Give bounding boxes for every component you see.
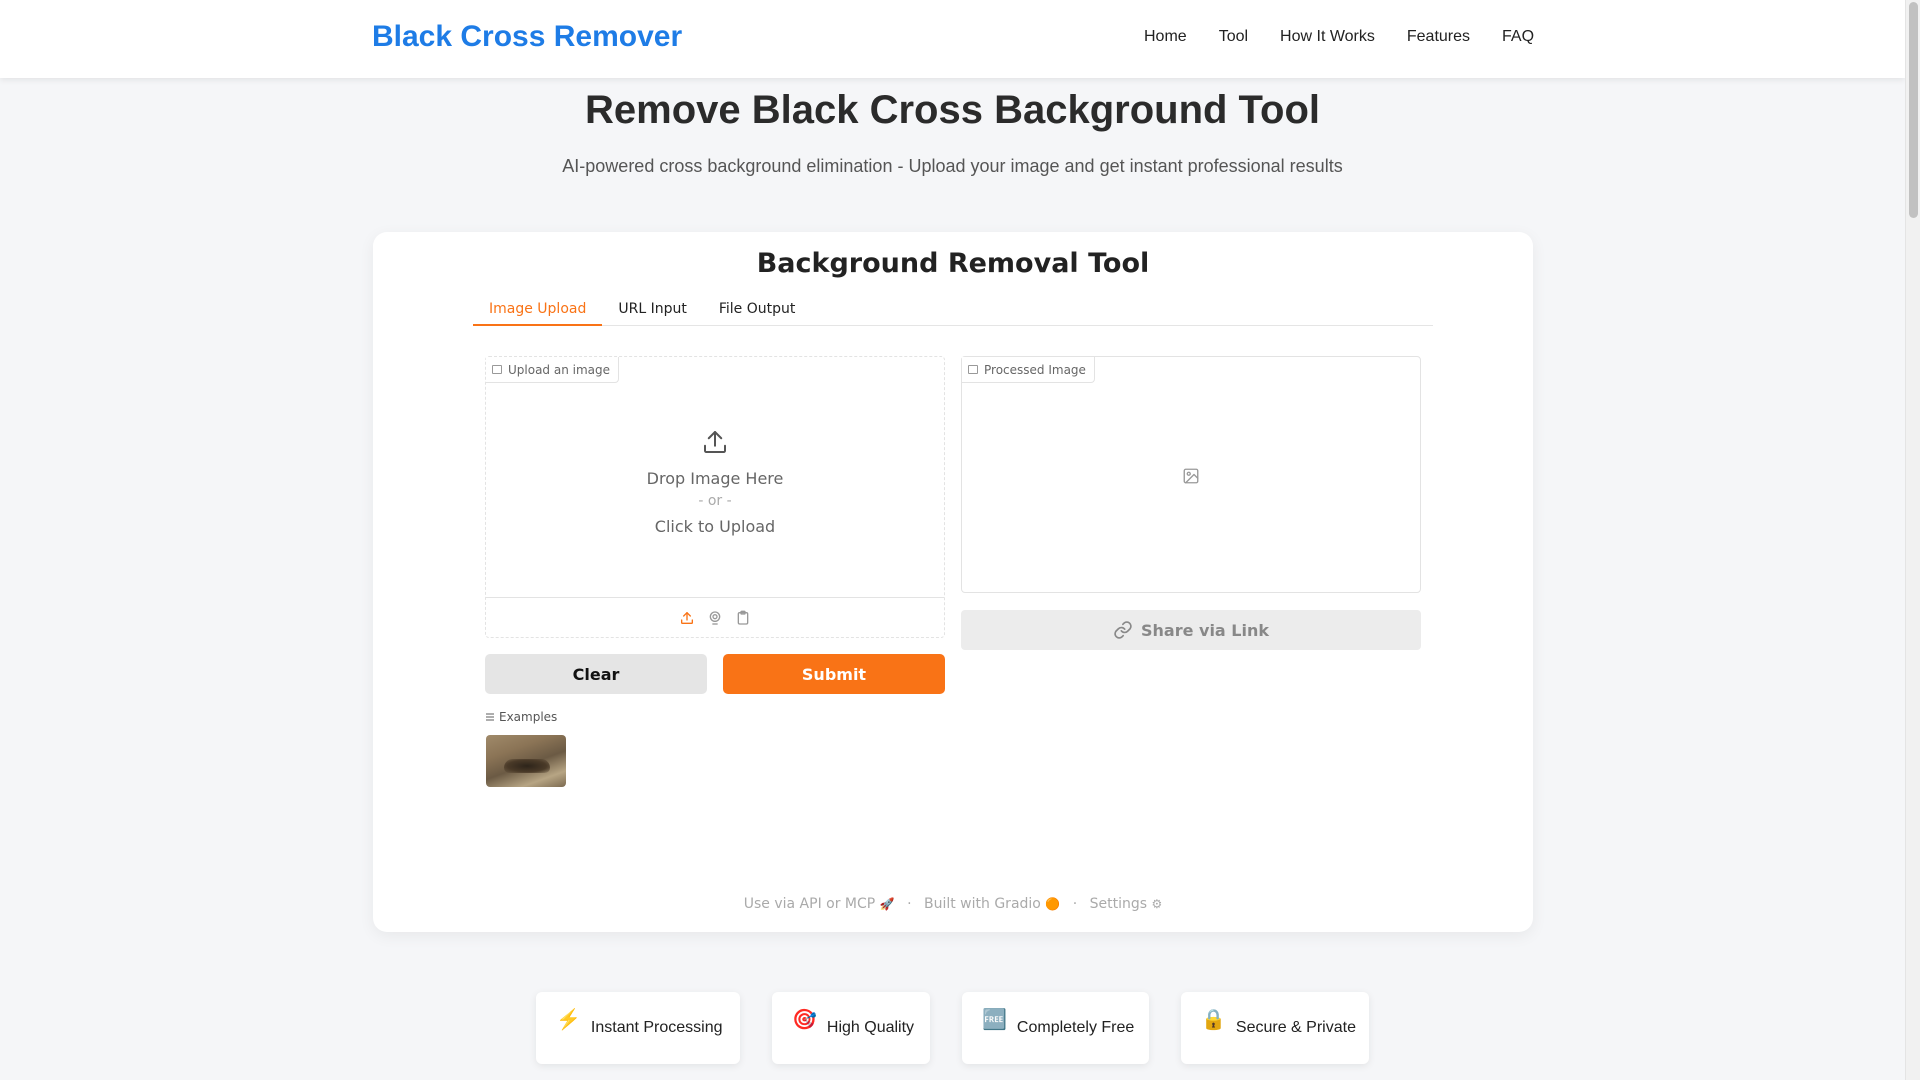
feature-completely-free: 🆓 Completely Free: [962, 992, 1149, 1064]
scrollbar-thumb[interactable]: [1909, 2, 1918, 218]
submit-button[interactable]: Submit: [723, 654, 945, 694]
rocket-icon: 🚀: [879, 897, 895, 911]
site-header: Black Cross Remover Home Tool How It Wor…: [0, 0, 1905, 78]
main-nav: Home Tool How It Works Features FAQ: [1144, 28, 1534, 46]
feature-label: Instant Processing: [590, 1019, 723, 1036]
drop-text: Drop Image Here: [646, 469, 784, 488]
gradio-link[interactable]: Built with Gradio: [924, 896, 1041, 912]
page-scrollbar[interactable]: [1905, 0, 1920, 1080]
page-subtitle: AI-powered cross background elimination …: [562, 156, 1343, 176]
share-label: Share via Link: [1140, 620, 1269, 640]
settings-link[interactable]: Settings: [1090, 896, 1147, 912]
webcam-icon[interactable]: [707, 610, 723, 626]
tool-card: Background Removal Tool Image Upload URL…: [373, 232, 1533, 932]
nav-how-it-works[interactable]: How It Works: [1280, 28, 1375, 46]
gear-icon: ⚙: [1151, 897, 1163, 911]
upload-source-icon[interactable]: [679, 610, 695, 626]
target-icon: 🎯: [792, 1008, 817, 1031]
upload-label: Upload an image: [486, 357, 620, 383]
tab-file-output[interactable]: File Output: [703, 298, 812, 326]
lightning-icon: ⚡: [556, 1008, 581, 1031]
upload-icon: [704, 431, 726, 453]
page-title: Remove Black Cross Background Tool: [585, 88, 1320, 132]
free-icon: 🆓: [982, 1008, 1007, 1031]
upload-source-toolbar: [486, 597, 944, 637]
nav-features[interactable]: Features: [1407, 28, 1470, 46]
examples-header: Examples: [485, 710, 557, 724]
tab-url-input[interactable]: URL Input: [602, 298, 702, 326]
click-to-upload-text: Click to Upload: [654, 517, 776, 536]
clipboard-icon[interactable]: [735, 610, 751, 626]
output-label-text: Processed Image: [984, 362, 1086, 377]
feature-high-quality: 🎯 High Quality: [772, 992, 930, 1064]
tool-tabs: Image Upload URL Input File Output: [473, 298, 1433, 326]
image-placeholder-icon: [1183, 468, 1199, 484]
lock-icon: 🔒: [1201, 1008, 1226, 1031]
feature-label: High Quality: [826, 1019, 915, 1036]
output-label: Processed Image: [962, 357, 1095, 383]
clear-button[interactable]: Clear: [485, 654, 707, 694]
examples-label: Examples: [499, 710, 558, 724]
gradio-footer: Use via API or MCP 🚀 · Built with Gradio…: [373, 896, 1533, 912]
api-link[interactable]: Use via API or MCP: [744, 896, 875, 912]
link-icon: [1114, 621, 1132, 639]
example-image-thumbnail[interactable]: [486, 735, 566, 787]
image-drop-zone[interactable]: Drop Image Here - or - Click to Upload: [486, 357, 944, 597]
tab-image-upload[interactable]: Image Upload: [473, 298, 603, 326]
image-icon: [968, 365, 978, 374]
gradio-logo-icon: 🟠: [1045, 897, 1061, 911]
upload-panel: Drop Image Here - or - Click to Upload U…: [485, 356, 945, 638]
nav-tool[interactable]: Tool: [1219, 28, 1248, 46]
or-text: - or -: [698, 493, 732, 509]
example-image-content: [504, 759, 550, 773]
feature-label: Completely Free: [1016, 1019, 1135, 1036]
nav-home[interactable]: Home: [1144, 28, 1187, 46]
tool-title: Background Removal Tool: [756, 248, 1150, 279]
feature-secure-private: 🔒 Secure & Private: [1181, 992, 1369, 1064]
footer-separator: ·: [907, 896, 912, 912]
output-panel: Processed Image: [961, 356, 1421, 593]
upload-label-text: Upload an image: [508, 362, 611, 377]
list-icon: [486, 713, 494, 721]
footer-separator: ·: [1072, 896, 1078, 912]
nav-faq[interactable]: FAQ: [1502, 28, 1534, 46]
image-icon: [492, 365, 502, 374]
share-via-link-button[interactable]: Share via Link: [961, 610, 1421, 650]
brand-logo[interactable]: Black Cross Remover: [372, 20, 682, 54]
feature-label: Secure & Private: [1235, 1019, 1356, 1036]
feature-instant-processing: ⚡ Instant Processing: [536, 992, 740, 1064]
